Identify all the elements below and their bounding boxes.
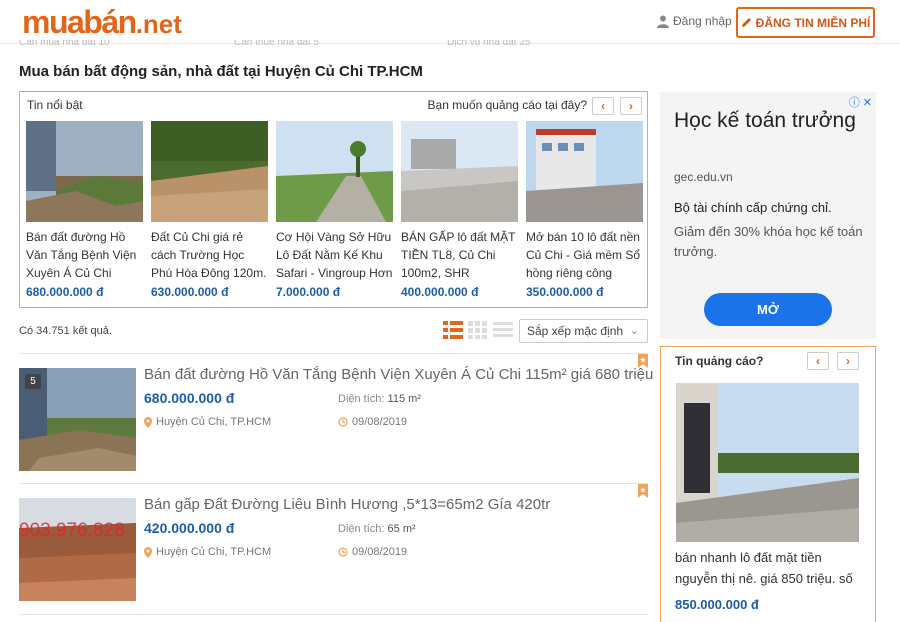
featured-item-price: 7.000.000 đ (276, 285, 341, 299)
featured-item-text: Bán đất đường Hồ Văn Tắng Bệnh Viện Xuyê… (26, 230, 137, 280)
site-header: muabán.net Đăng nhập ĐĂNG TIN MIỄN PHÍ (0, 0, 900, 44)
grid-view-icon[interactable] (468, 320, 488, 340)
listing-date: 09/08/2019 (338, 416, 407, 428)
ad-line: Bộ tài chính cấp chứng chỉ. (674, 200, 832, 215)
listing-price: 420.000.000 đ (144, 520, 235, 536)
listing-image (19, 498, 136, 601)
featured-image (26, 121, 143, 222)
featured-next-button[interactable]: › (620, 97, 642, 115)
post-free-button[interactable]: ĐĂNG TIN MIỄN PHÍ (736, 7, 875, 38)
image-watermark-text: 903.976.828 (19, 520, 125, 541)
clock-icon (338, 417, 348, 427)
featured-item[interactable]: Cơ Hội Vàng Sở Hữu Lô Đất Nằm Kế Khu Saf… (276, 121, 393, 299)
featured-item[interactable]: Đất Củ Chi giá rẻ cách Trường Học Phú Hò… (151, 121, 268, 299)
site-logo[interactable]: muabán.net (22, 4, 182, 42)
listing-title[interactable]: Bán đất đường Hồ Văn Tắng Bệnh Viện Xuyê… (144, 366, 653, 383)
ad-line: Giảm đến 30% khóa học kế toán trưởng. (674, 224, 863, 259)
login-label: Đăng nhập (673, 14, 732, 28)
featured-image (401, 121, 518, 222)
featured-image (526, 121, 643, 222)
category-link[interactable]: Cần thuê nhà đất 5 (234, 40, 319, 48)
sponsored-image[interactable] (676, 383, 859, 542)
featured-item[interactable]: BÁN GẤP lô đất MẶT TIỀN TL8, Củ Chi 100m… (401, 121, 518, 299)
featured-image (276, 121, 393, 222)
bookmark-icon[interactable] (638, 484, 648, 498)
sponsored-next-button[interactable]: › (837, 352, 859, 370)
listing-area: Diện tích: 115 m² (338, 393, 421, 405)
sponsored-heading: Tin quảng cáo? (675, 354, 764, 368)
page-title: Mua bán bất động sản, nhà đất tại Huyện … (19, 63, 423, 80)
list-view-icon[interactable] (443, 320, 463, 340)
featured-item-text: BÁN GẤP lô đất MẶT TIỀN TL8, Củ Chi 100m… (401, 230, 516, 280)
category-link[interactable]: Cần mua nhà đất 10 (19, 40, 110, 48)
listing-title[interactable]: Bán gấp Đất Đường Liêu Bình Hương ,5*13=… (144, 496, 550, 513)
featured-image (151, 121, 268, 222)
featured-item-text: Cơ Hội Vàng Sở Hữu Lô Đất Nằm Kế Khu Saf… (276, 230, 393, 280)
advertise-prompt[interactable]: Bạn muốn quảng cáo tại đây? (428, 98, 587, 112)
listing-area: Diện tích: 65 m² (338, 523, 416, 535)
map-pin-icon (144, 546, 152, 558)
featured-item-price: 350.000.000 đ (526, 285, 604, 299)
sort-label: Sắp xếp mặc định (527, 324, 624, 338)
sponsored-price: 850.000.000 đ (675, 597, 759, 612)
map-pin-icon (144, 416, 152, 428)
featured-heading: Tin nổi bật (27, 98, 83, 112)
photo-count-badge: 5 (25, 374, 41, 389)
compact-view-icon[interactable] (493, 320, 513, 340)
listing-date: 09/08/2019 (338, 546, 407, 558)
listing-price: 680.000.000 đ (144, 390, 235, 406)
featured-item-text: Mở bán 10 lô đất nền Củ Chi - Giá mềm Sổ… (526, 230, 641, 280)
results-count: Có 34.751 kết quả. (19, 325, 112, 337)
pencil-icon (741, 18, 751, 27)
bookmark-icon[interactable] (638, 354, 648, 368)
chevron-down-icon: ⌄ (629, 325, 639, 337)
sponsored-prev-button[interactable]: ‹ (807, 352, 829, 370)
featured-item-text: Đất Củ Chi giá rẻ cách Trường Học Phú Hò… (151, 230, 267, 280)
category-link[interactable]: Dịch vụ nhà đất 25 (447, 40, 530, 48)
post-button-label: ĐĂNG TIN MIỄN PHÍ (755, 15, 871, 30)
ad-domain: gec.edu.vn (674, 170, 733, 184)
ad-title: Học kế toán trưởng (674, 109, 856, 132)
featured-box: Tin nổi bật Bạn muốn quảng cáo tại đây? … (19, 91, 648, 308)
featured-item[interactable]: Mở bán 10 lô đất nền Củ Chi - Giá mềm Sổ… (526, 121, 643, 299)
sponsored-box: Tin quảng cáo? ‹ › bán nhanh lô đất mặt … (660, 346, 876, 622)
listing-location: Huyện Củ Chi, TP.HCM (144, 546, 271, 558)
ad-open-button[interactable]: MỞ (704, 293, 832, 326)
featured-item-price: 400.000.000 đ (401, 285, 479, 299)
login-link[interactable]: Đăng nhập (657, 14, 732, 28)
featured-prev-button[interactable]: ‹ (592, 97, 614, 115)
user-icon (657, 15, 669, 28)
featured-item[interactable]: Bán đất đường Hồ Văn Tắng Bệnh Viện Xuyê… (26, 121, 143, 299)
listing-item[interactable]: 903.976.828 Bán gấp Đất Đường Liêu Bình … (19, 484, 648, 604)
featured-item-price: 680.000.000 đ (26, 285, 104, 299)
featured-item-price: 630.000.000 đ (151, 285, 229, 299)
ad-banner[interactable]: ⓘ ✕ Học kế toán trưởng gec.edu.vn Bộ tài… (660, 92, 876, 339)
sort-select[interactable]: Sắp xếp mặc định ⌄ (519, 319, 648, 343)
clock-icon (338, 547, 348, 557)
sponsored-text[interactable]: bán nhanh lô đất mặt tiền nguyễn thị nê.… (675, 547, 865, 589)
category-links: Cần mua nhà đất 10 Cần thuê nhà đất 5 Dị… (0, 40, 900, 50)
listing-location: Huyện Củ Chi, TP.HCM (144, 416, 271, 428)
listing-item[interactable]: 5 Bán đất đường Hồ Văn Tắng Bệnh Viện Xu… (19, 354, 653, 474)
view-toggle (443, 320, 513, 340)
divider (19, 614, 648, 615)
